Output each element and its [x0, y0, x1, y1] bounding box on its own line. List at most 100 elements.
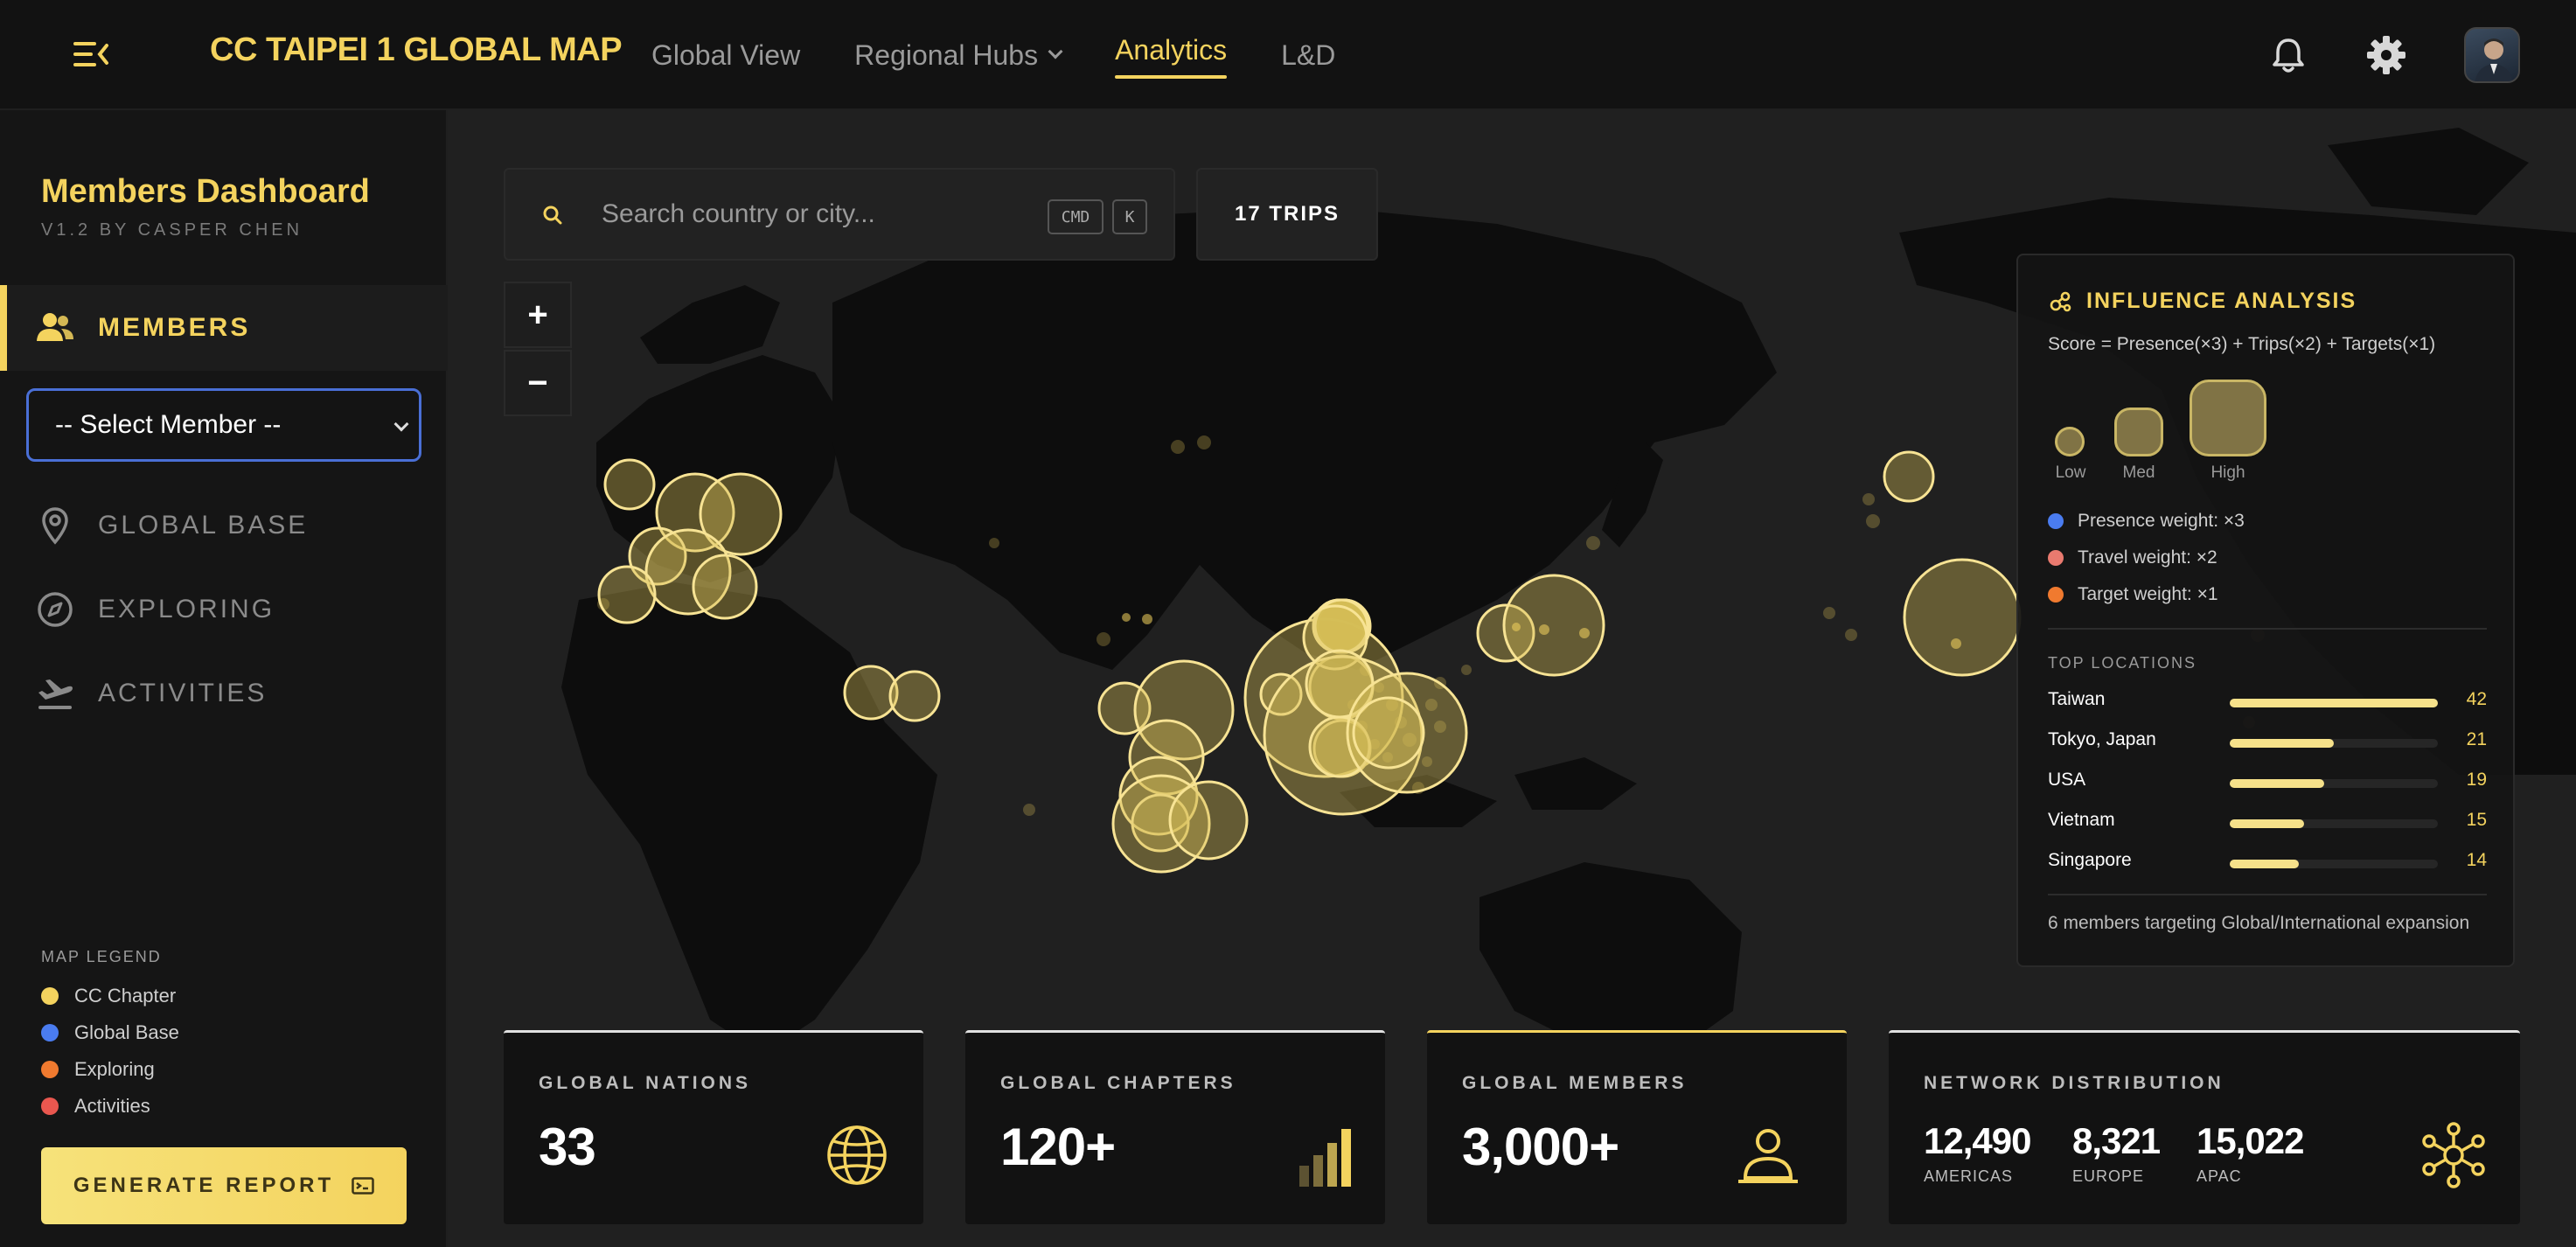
location-score: 19 — [2466, 770, 2487, 790]
top-locations-title: TOP LOCATIONS — [2048, 654, 2197, 672]
zoom-in-button[interactable]: + — [504, 282, 572, 348]
sidebar-title: Members Dashboard — [41, 173, 370, 210]
shortcut-k-key: K — [1112, 199, 1147, 234]
region-label: APAC — [2197, 1167, 2242, 1185]
avatar[interactable] — [2464, 27, 2520, 83]
presence-weight: Presence weight: ×3 — [2048, 509, 2245, 533]
top-location-row: Tokyo, Japan 21 — [2048, 729, 2487, 756]
region-europe: 8,321 EUROPE — [2072, 1120, 2161, 1186]
sidebar-subtitle: V1.2 BY CASPER CHEN — [41, 220, 303, 240]
sidebar-item-activities[interactable]: ACTIVITIES — [0, 658, 448, 728]
stat-label: GLOBAL CHAPTERS — [1000, 1073, 1236, 1093]
top-location-row: Vietnam 15 — [2048, 810, 2487, 836]
legend-dot — [41, 1024, 59, 1041]
bell-icon[interactable] — [2266, 33, 2310, 77]
location-score: 42 — [2466, 689, 2487, 709]
sidebar-item-global-base[interactable]: GLOBAL BASE — [0, 490, 448, 560]
compass-icon — [35, 589, 75, 630]
member-select-value: -- Select Member -- — [55, 410, 282, 439]
scale-high-label: High — [2210, 463, 2245, 482]
chevron-down-icon — [1048, 44, 1063, 59]
globe-icon — [822, 1120, 892, 1190]
nav-regional-hubs[interactable]: Regional Hubs — [854, 0, 1063, 110]
location-name: Tokyo, Japan — [2048, 729, 2156, 749]
scale-low-marker — [2055, 427, 2085, 456]
generate-report-button[interactable]: GENERATE REPORT — [41, 1147, 407, 1224]
trips-badge[interactable]: 17 TRIPS — [1196, 168, 1378, 261]
zoom-out-button[interactable]: − — [504, 350, 572, 416]
travel-weight: Travel weight: ×2 — [2048, 546, 2217, 570]
location-search[interactable]: Search country or city... CMD K — [504, 168, 1175, 261]
search-icon — [543, 206, 562, 225]
legend-item-global-base: Global Base — [41, 1020, 179, 1046]
menu-collapse-icon[interactable] — [68, 35, 114, 73]
location-bar-track — [2230, 779, 2438, 788]
nav-global-view[interactable]: Global View — [651, 0, 800, 110]
divider — [2048, 894, 2487, 895]
stat-value: 33 — [539, 1118, 596, 1176]
legend-label: Global Base — [74, 1021, 179, 1043]
weight-label: Travel weight: ×2 — [2078, 547, 2217, 568]
location-bar-fill — [2230, 819, 2304, 828]
plane-icon — [35, 673, 75, 714]
stat-label: NETWORK DISTRIBUTION — [1924, 1073, 2224, 1093]
region-value: 12,490 — [1924, 1120, 2031, 1161]
top-location-row: Singapore 14 — [2048, 850, 2487, 876]
legend-item-exploring: Exploring — [41, 1056, 155, 1083]
chevron-down-icon — [393, 416, 409, 432]
location-score: 21 — [2466, 729, 2487, 749]
top-location-row: Taiwan 42 — [2048, 689, 2487, 715]
stat-card-global-nations: GLOBAL NATIONS 33 — [504, 1030, 923, 1224]
location-bar-fill — [2230, 779, 2324, 788]
weight-dot — [2048, 513, 2064, 529]
trips-label: 17 TRIPS — [1234, 202, 1340, 226]
user-icon — [1733, 1120, 1803, 1190]
button-label: GENERATE REPORT — [73, 1174, 335, 1197]
search-input[interactable]: Search country or city... — [602, 199, 875, 229]
location-bar-track — [2230, 860, 2438, 868]
stat-card-network-distribution: NETWORK DISTRIBUTION 12,490 AMERICAS 8,32… — [1889, 1030, 2520, 1224]
divider — [2048, 628, 2487, 630]
top-location-row: USA 19 — [2048, 770, 2487, 796]
network-hub-icon — [2419, 1120, 2489, 1190]
weight-label: Target weight: ×1 — [2078, 584, 2218, 604]
scale-high-marker — [2190, 380, 2266, 456]
legend-dot — [41, 1061, 59, 1078]
location-bar-track — [2230, 699, 2438, 707]
location-bar-fill — [2230, 739, 2334, 748]
stat-value: 120+ — [1000, 1118, 1116, 1176]
legend-label: Exploring — [74, 1058, 155, 1080]
location-score: 15 — [2466, 810, 2487, 830]
location-score: 14 — [2466, 850, 2487, 870]
legend-item-activities: Activities — [41, 1093, 150, 1119]
weight-label: Presence weight: ×3 — [2078, 511, 2245, 531]
report-icon — [352, 1177, 374, 1195]
region-label: AMERICAS — [1924, 1167, 2014, 1185]
stat-label: GLOBAL MEMBERS — [1462, 1073, 1688, 1093]
region-label: EUROPE — [2072, 1167, 2145, 1185]
map-pin-icon — [35, 505, 75, 546]
nav-l-and-d[interactable]: L&D — [1281, 0, 1335, 110]
legend-dot — [41, 1097, 59, 1115]
users-icon — [35, 308, 75, 348]
location-bar-fill — [2230, 699, 2438, 707]
location-name: Taiwan — [2048, 689, 2106, 709]
nav-analytics[interactable]: Analytics — [1115, 0, 1228, 110]
stat-card-global-chapters: GLOBAL CHAPTERS 120+ — [965, 1030, 1385, 1224]
stat-label: GLOBAL NATIONS — [539, 1073, 752, 1093]
shortcut-cmd-key: CMD — [1048, 199, 1104, 234]
member-select[interactable]: -- Select Member -- — [26, 388, 421, 462]
top-header: CC TAIPEI 1 GLOBAL MAP Global View Regio… — [0, 0, 2576, 110]
brand-title: CC TAIPEI 1 GLOBAL MAP — [210, 31, 623, 68]
legend-dot — [41, 987, 59, 1005]
gear-icon[interactable] — [2364, 33, 2408, 77]
region-value: 15,022 — [2197, 1120, 2304, 1161]
location-bar-track — [2230, 739, 2438, 748]
sidebar-item-members[interactable]: MEMBERS — [0, 285, 448, 371]
sidebar-item-exploring[interactable]: EXPLORING — [0, 574, 448, 644]
location-name: USA — [2048, 770, 2086, 790]
region-americas: 12,490 AMERICAS — [1924, 1120, 2031, 1186]
panel-title: INFLUENCE ANALYSIS — [2086, 289, 2357, 313]
legend-label: CC Chapter — [74, 985, 177, 1007]
weight-dot — [2048, 550, 2064, 566]
